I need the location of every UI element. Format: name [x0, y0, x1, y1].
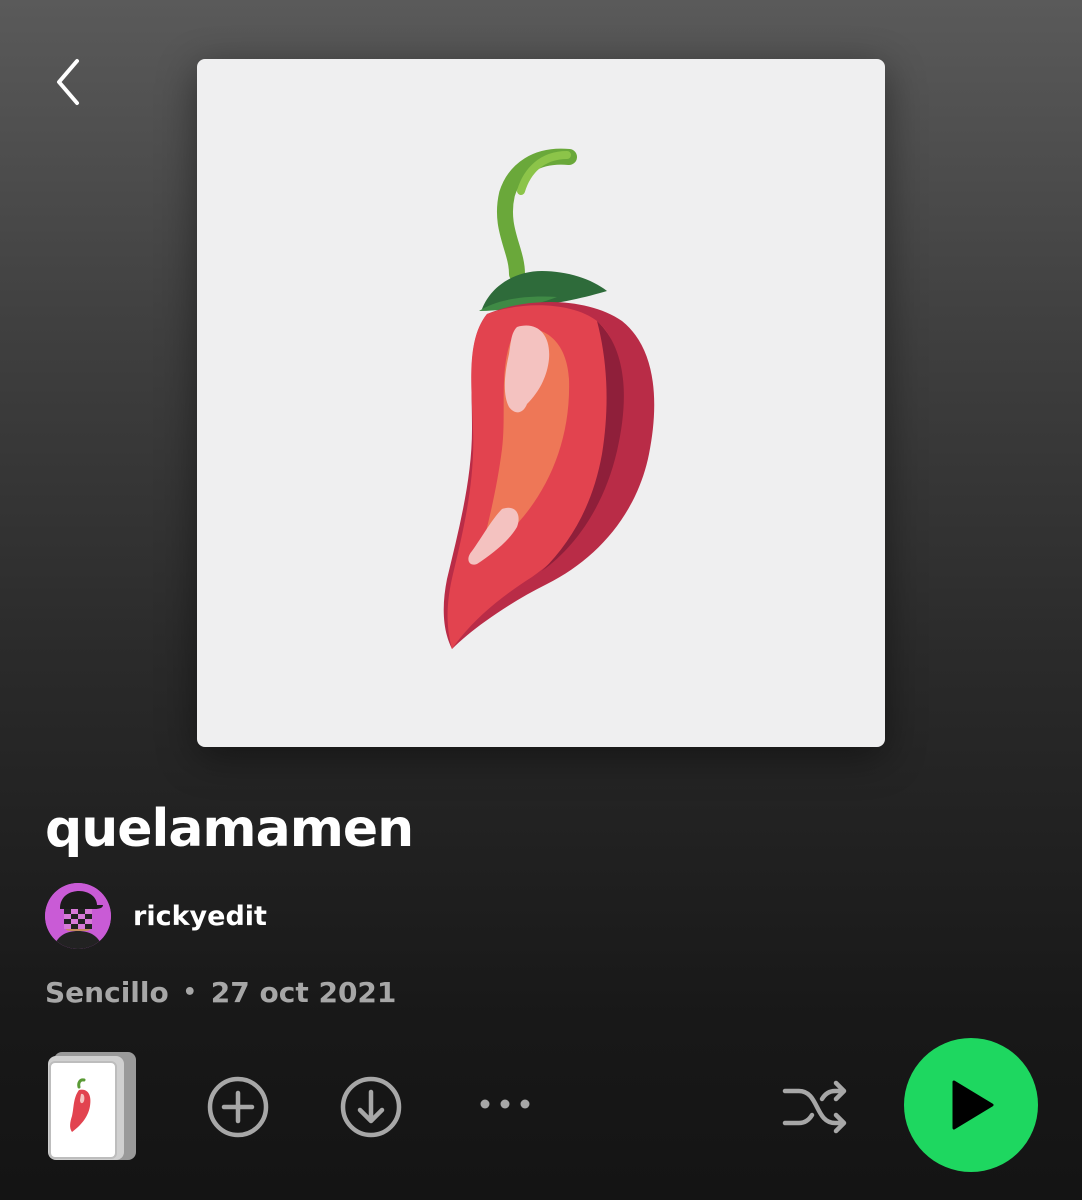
more-options-icon — [480, 1099, 530, 1109]
release-date: 27 oct 2021 — [210, 976, 397, 1009]
shuffle-icon — [782, 1080, 847, 1134]
add-button[interactable] — [205, 1074, 271, 1140]
artist-name: rickyedit — [133, 900, 267, 932]
album-thumbnail-button[interactable] — [42, 1044, 142, 1164]
add-circle-icon — [207, 1076, 269, 1138]
shuffle-button[interactable] — [780, 1074, 852, 1140]
download-button[interactable] — [338, 1074, 404, 1140]
more-options-button[interactable] — [470, 1084, 540, 1124]
play-icon — [952, 1080, 994, 1130]
artist-avatar — [45, 883, 111, 949]
artist-link[interactable]: rickyedit — [45, 883, 267, 949]
album-title: quelamamen — [45, 799, 414, 859]
album-meta: Sencillo • 27 oct 2021 — [45, 976, 396, 1009]
chevron-left-icon — [57, 59, 79, 105]
meta-separator: • — [182, 980, 197, 1005]
album-thumbnail — [48, 1052, 136, 1160]
release-type: Sencillo — [45, 976, 169, 1009]
download-circle-icon — [340, 1076, 402, 1138]
album-cover — [197, 59, 885, 747]
avatar-icon — [45, 883, 111, 949]
back-button[interactable] — [40, 52, 96, 112]
action-bar — [0, 1036, 1082, 1176]
play-button[interactable] — [904, 1038, 1038, 1172]
chili-pepper-artwork — [443, 148, 655, 649]
